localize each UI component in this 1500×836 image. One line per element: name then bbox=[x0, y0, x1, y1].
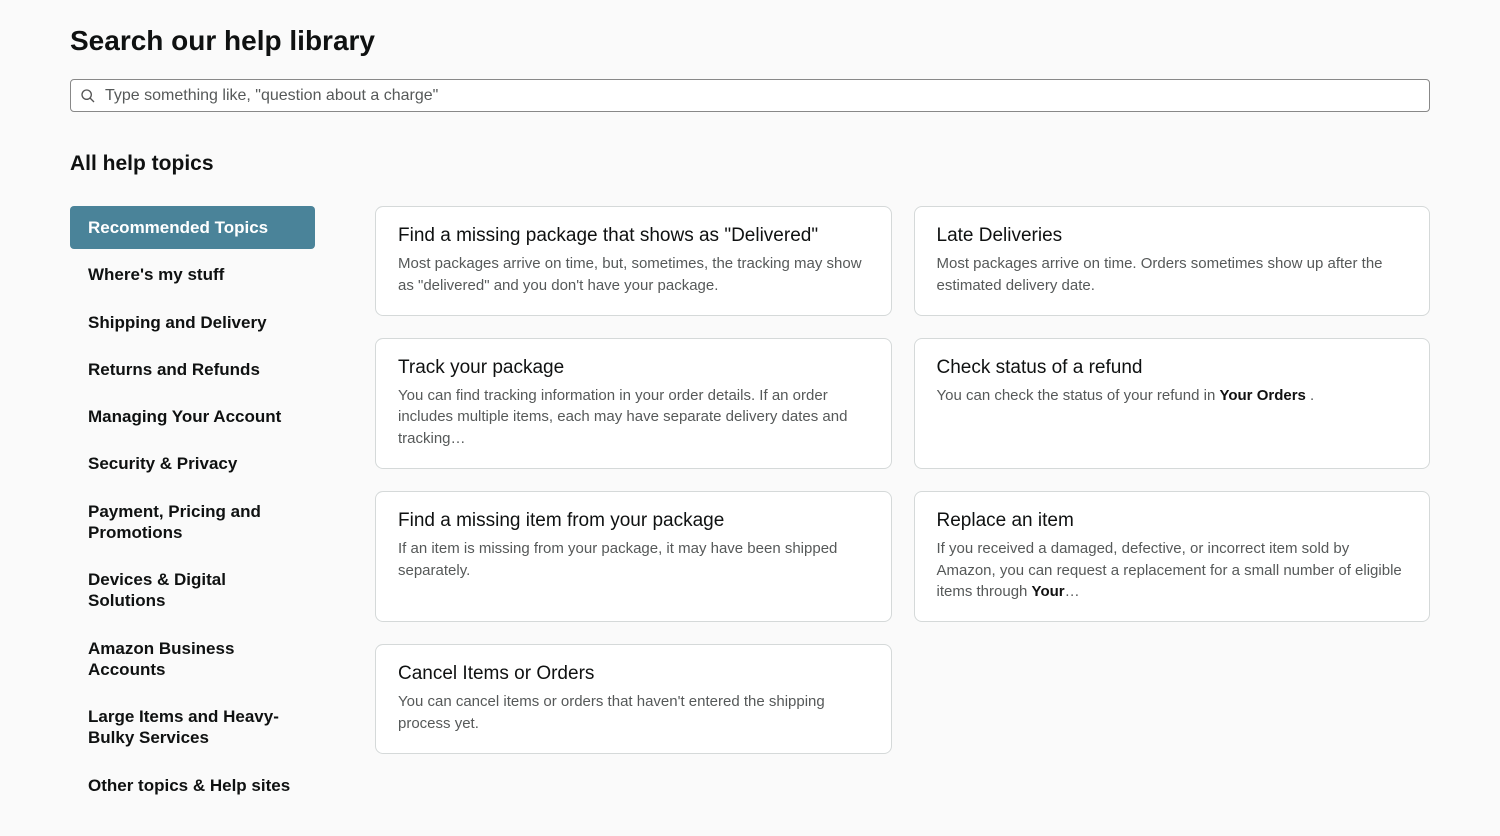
card-title: Find a missing item from your package bbox=[398, 510, 869, 532]
help-card[interactable]: Cancel Items or Orders You can cancel ite… bbox=[375, 644, 892, 754]
help-card[interactable]: Late Deliveries Most packages arrive on t… bbox=[914, 206, 1431, 316]
sidebar: Recommended Topics Where's my stuff Shippi… bbox=[70, 206, 315, 811]
sidebar-item-label: Security & Privacy bbox=[88, 454, 237, 473]
card-desc: Most packages arrive on time, but, somet… bbox=[398, 253, 869, 297]
card-desc-post: . bbox=[1306, 387, 1314, 404]
search-field-wrap bbox=[70, 79, 1430, 112]
card-desc: If you received a damaged, defective, or… bbox=[937, 538, 1408, 603]
sidebar-item-label: Large Items and Heavy-Bulky Services bbox=[88, 707, 279, 747]
card-desc: Most packages arrive on time. Orders som… bbox=[937, 253, 1408, 297]
search-input[interactable] bbox=[70, 79, 1430, 112]
card-desc-pre: You can check the status of your refund … bbox=[937, 387, 1220, 404]
sidebar-item-label: Payment, Pricing and Promotions bbox=[88, 502, 261, 542]
sidebar-item[interactable]: Returns and Refunds bbox=[70, 348, 315, 391]
card-title: Find a missing package that shows as "De… bbox=[398, 225, 869, 247]
sidebar-item-label: Where's my stuff bbox=[88, 265, 224, 284]
sidebar-item-label: Recommended Topics bbox=[88, 218, 268, 237]
sidebar-item[interactable]: Other topics & Help sites bbox=[70, 764, 315, 807]
sidebar-item[interactable]: Security & Privacy bbox=[70, 442, 315, 485]
card-title: Cancel Items or Orders bbox=[398, 663, 869, 685]
sidebar-item[interactable]: Payment, Pricing and Promotions bbox=[70, 490, 315, 555]
card-desc-bold: Your Orders bbox=[1219, 387, 1305, 404]
sidebar-item-label: Shipping and Delivery bbox=[88, 313, 267, 332]
card-desc: You can cancel items or orders that have… bbox=[398, 691, 869, 735]
sidebar-item[interactable]: Amazon Business Accounts bbox=[70, 627, 315, 692]
card-desc-pre: If you received a damaged, defective, or… bbox=[937, 540, 1402, 601]
card-desc-bold: Your bbox=[1032, 583, 1065, 600]
help-card[interactable]: Find a missing package that shows as "De… bbox=[375, 206, 892, 316]
card-title: Late Deliveries bbox=[937, 225, 1408, 247]
card-desc: If an item is missing from your package,… bbox=[398, 538, 869, 582]
card-desc-post: … bbox=[1065, 583, 1080, 600]
sidebar-item-label: Other topics & Help sites bbox=[88, 776, 290, 795]
sidebar-item[interactable]: Large Items and Heavy-Bulky Services bbox=[70, 695, 315, 760]
help-card[interactable]: Replace an item If you received a damaged… bbox=[914, 491, 1431, 622]
sidebar-item[interactable]: Shipping and Delivery bbox=[70, 301, 315, 344]
card-desc: You can check the status of your refund … bbox=[937, 385, 1408, 407]
help-card[interactable]: Check status of a refund You can check th… bbox=[914, 338, 1431, 469]
sidebar-item-label: Managing Your Account bbox=[88, 407, 281, 426]
help-card[interactable]: Track your package You can find tracking … bbox=[375, 338, 892, 469]
content-layout: Recommended Topics Where's my stuff Shippi… bbox=[70, 206, 1430, 811]
sidebar-item[interactable]: Recommended Topics bbox=[70, 206, 315, 249]
sidebar-item[interactable]: Managing Your Account bbox=[70, 395, 315, 438]
page-title: Search our help library bbox=[70, 25, 1430, 57]
help-card[interactable]: Find a missing item from your package If … bbox=[375, 491, 892, 622]
sidebar-item[interactable]: Where's my stuff bbox=[70, 253, 315, 296]
sidebar-item-label: Returns and Refunds bbox=[88, 360, 260, 379]
search-icon bbox=[80, 88, 96, 104]
card-title: Track your package bbox=[398, 357, 869, 379]
sidebar-item[interactable]: Devices & Digital Solutions bbox=[70, 558, 315, 623]
section-title: All help topics bbox=[70, 152, 1430, 176]
sidebar-item-label: Devices & Digital Solutions bbox=[88, 570, 226, 610]
card-grid: Find a missing package that shows as "De… bbox=[375, 206, 1430, 811]
sidebar-item-label: Amazon Business Accounts bbox=[88, 639, 234, 679]
card-desc: You can find tracking information in you… bbox=[398, 385, 869, 450]
card-title: Replace an item bbox=[937, 510, 1408, 532]
card-title: Check status of a refund bbox=[937, 357, 1408, 379]
